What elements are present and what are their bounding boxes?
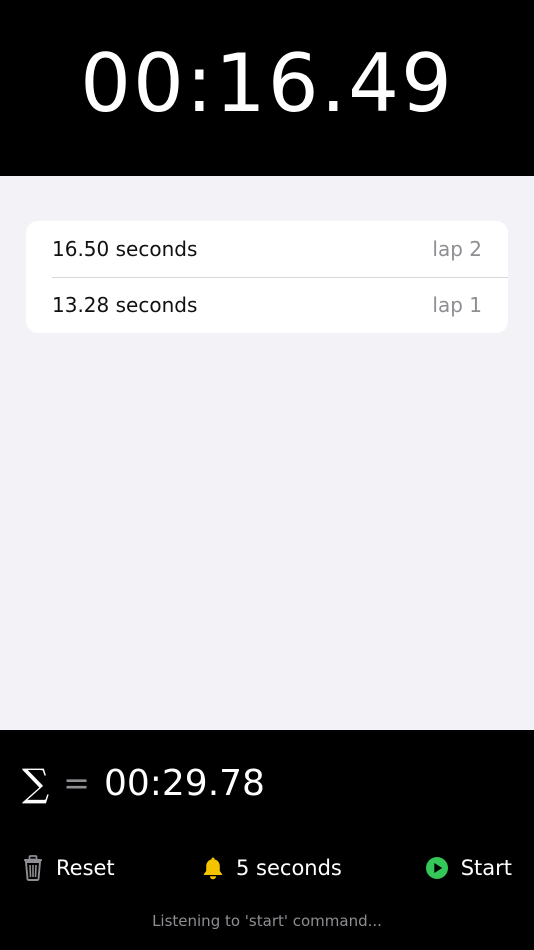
lap-label: lap 1 [432,293,482,317]
interval-label: 5 seconds [236,856,342,880]
lap-label: lap 2 [432,237,482,261]
controls-bar: Reset 5 seconds Start [0,848,534,888]
laps-area: 16.50 seconds lap 2 13.28 seconds lap 1 [0,176,534,730]
start-button[interactable]: Start [425,848,512,888]
interval-button[interactable]: 5 seconds [202,848,342,888]
lap-time: 13.28 seconds [52,293,198,317]
play-circle-icon [425,856,449,880]
lap-list: 16.50 seconds lap 2 13.28 seconds lap 1 [26,221,508,333]
bell-icon [202,856,224,880]
total-value: 00:29.78 [103,762,265,804]
reset-button[interactable]: Reset [22,848,115,888]
footer: ∑ = 00:29.78 Reset 5 seconds Start Liste… [0,730,534,950]
lap-row[interactable]: 16.50 seconds lap 2 [26,221,508,277]
start-label: Start [460,856,512,880]
sigma-icon: ∑ [22,761,50,805]
trash-icon [22,855,44,881]
timer-display: 00:16.49 [80,36,454,130]
total-time: ∑ = 00:29.78 [22,758,265,808]
equals-sign: = [63,764,90,802]
timer-header: 00:16.49 [0,0,534,176]
status-text: Listening to 'start' command... [152,912,382,930]
lap-time: 16.50 seconds [52,237,198,261]
lap-row[interactable]: 13.28 seconds lap 1 [26,277,508,333]
reset-label: Reset [56,856,115,880]
stopwatch-app: 00:16.49 16.50 seconds lap 2 13.28 secon… [0,0,534,950]
